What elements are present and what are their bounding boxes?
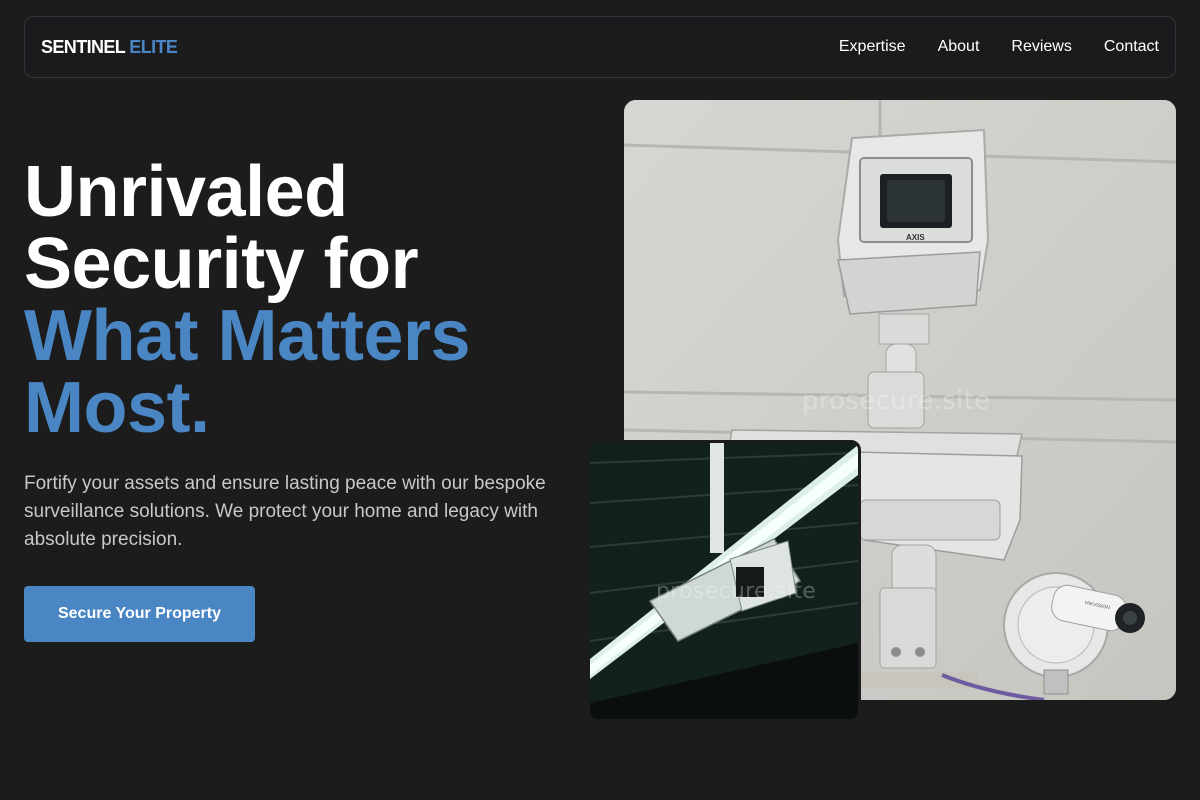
main-nav: Expertise About Reviews Contact: [839, 38, 1159, 56]
top-navbar: SENTINEL ELITE Expertise About Reviews C…: [24, 16, 1176, 78]
hero-title-line-2: Security for: [24, 224, 419, 304]
brand-name-primary: SENTINEL: [41, 36, 125, 57]
ceiling-camera-illustration: [590, 443, 858, 719]
brand-logo[interactable]: SENTINEL ELITE: [41, 36, 178, 58]
ceiling-camera-photo: prosecure.site: [587, 440, 861, 722]
secure-property-button[interactable]: Secure Your Property: [24, 586, 255, 642]
hero-title-accent-line-2: Most.: [24, 368, 210, 448]
nav-link-reviews[interactable]: Reviews: [1011, 38, 1071, 56]
nav-link-contact[interactable]: Contact: [1104, 38, 1159, 56]
nav-link-about[interactable]: About: [938, 38, 980, 56]
hero-description: Fortify your assets and ensure lasting p…: [24, 473, 546, 550]
hero-title-line-1: Unrivaled: [24, 152, 348, 232]
hero-title: Unrivaled Security for What Matters Most…: [24, 156, 584, 444]
nav-link-expertise[interactable]: Expertise: [839, 38, 906, 56]
hero-title-accent-line-1: What Matters: [24, 296, 471, 376]
brand-name-accent: ELITE: [129, 36, 178, 57]
camera-brand-axis: AXIS: [906, 233, 925, 242]
